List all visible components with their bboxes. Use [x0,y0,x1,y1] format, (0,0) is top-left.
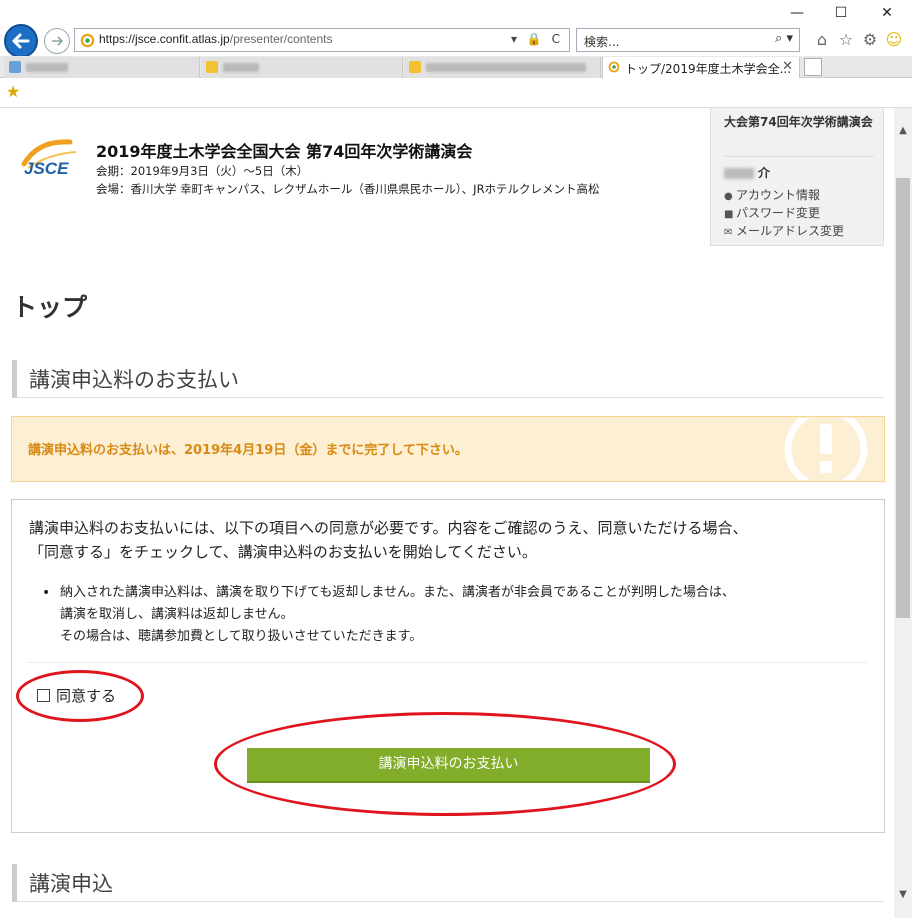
gear-icon[interactable]: ⚙ [860,30,880,50]
search-box[interactable]: 検索... ⌕ ▾ [576,28,800,52]
page-scrollbar[interactable]: ▲ ▼ [894,108,912,918]
home-icon[interactable]: ⌂ [812,30,832,50]
section-header-application: 講演申込 [12,864,884,902]
password-change-label: パスワード変更 [736,206,821,220]
maximize-button[interactable]: ☐ [826,3,856,23]
payment-consent-panel: 講演申込料のお支払いには、以下の項目への同意が必要です。内容をご確認のうえ、同意… [11,499,885,833]
section-title: 講演申込料のお支払い [29,368,239,392]
tab-blurred-2[interactable] [201,57,403,78]
conference-title: 2019年度土木学会全国大会 第74回年次学術講演会 [96,142,473,161]
logo-text: JSCE [24,159,69,178]
user-name: 介 [724,164,770,181]
user-name-text: 介 [758,166,771,180]
consent-intro-line: 「同意する」をチェックして、講演申込料のお支払いを開始してください。 [29,543,537,561]
forward-button[interactable] [44,28,70,54]
tab-label-blurred [26,63,68,72]
alert-text: 講演申込料のお支払いは、2019年4月19日（金）までに完了して下さい。 [28,443,468,458]
terms-line: 講演を取消し、講演料は返却しません。 [60,607,294,622]
url-text: https://jsce.confit.atlas.jp/presenter/c… [99,32,332,46]
agree-checkbox-label[interactable]: 同意する [37,685,116,706]
back-button[interactable] [4,24,38,58]
minimize-button[interactable]: — [782,3,812,23]
tab-blurred-1[interactable] [4,57,200,78]
agree-label-text: 同意する [56,687,117,705]
tab-label: トップ/2019年度土木学会全... [625,62,792,76]
pay-application-fee-button[interactable]: 講演申込料のお支払い [247,748,650,783]
tab-favicon-icon [409,61,421,73]
scroll-up-arrow-icon[interactable]: ▲ [894,122,912,140]
close-window-button[interactable]: ✕ [872,3,902,23]
tab-close-icon[interactable]: ✕ [782,59,793,74]
user-icon: ● [724,191,733,202]
consent-intro-line: 講演申込料のお支払いには、以下の項目への同意が必要です。内容をご確認のうえ、同意… [29,519,748,537]
terms-item: 納入された講演申込料は、講演を取り下げても返却しません。また、講演者が非会員であ… [38,582,735,648]
url-host: https://jsce.confit.atlas.jp [99,32,230,46]
new-tab-button[interactable] [804,58,822,76]
tab-blurred-3[interactable] [404,57,601,78]
tab-label-blurred [426,63,586,72]
search-placeholder: 検索... [584,35,620,49]
tab-label-blurred [223,63,259,72]
section-title: 講演申込 [29,872,113,896]
agree-checkbox[interactable] [37,689,50,702]
conference-venue: 会場：香川大学 幸町キャンパス、レクザムホール（香川県県民ホール）、JRホテルク… [96,182,600,196]
consent-intro: 講演申込料のお支払いには、以下の項目への同意が必要です。内容をご確認のうえ、同意… [29,516,748,564]
lock-icon: ■ [724,209,734,220]
user-panel-conference: 大会第74回年次学術講演会 [724,115,873,129]
tab-favicon-icon [206,61,218,73]
email-change-link[interactable]: ✉ メールアドレス変更 [724,222,844,239]
back-arrow-icon [12,33,30,49]
account-info-link[interactable]: ● アカウント情報 [724,186,820,203]
tab-bar: トップ/2019年度土木学会全... ✕ [0,56,912,78]
scroll-down-arrow-icon[interactable]: ▼ [894,886,912,904]
scroll-thumb[interactable] [896,178,910,618]
deadline-alert: 講演申込料のお支払いは、2019年4月19日（金）までに完了して下さい。 [11,416,885,482]
smiley-feedback-icon[interactable]: ☺ [884,30,904,50]
terms-list: 納入された講演申込料は、講演を取り下げても返却しません。また、講演者が非会員であ… [38,582,735,648]
email-change-label: メールアドレス変更 [736,224,845,238]
divider [28,662,868,663]
site-favicon-icon [608,61,620,73]
url-path: /presenter/contents [229,32,333,46]
tab-active-top[interactable]: トップ/2019年度土木学会全... ✕ [602,57,800,78]
search-icon[interactable]: ⌕ ▾ [775,31,793,46]
address-bar[interactable]: https://jsce.confit.atlas.jp/presenter/c… [74,28,570,52]
jsce-logo: JSCE [21,139,77,178]
favorites-bar: ★ [0,78,912,108]
add-favorite-icon[interactable]: ★ [6,82,20,101]
tab-favicon-icon [9,61,21,73]
address-tools[interactable]: ▾ 🔒 C [511,32,563,46]
forward-arrow-icon [52,36,64,46]
site-favicon-icon [80,33,95,48]
favorites-star-icon[interactable]: ☆ [836,30,856,50]
page-title: トップ [12,293,88,322]
account-info-label: アカウント情報 [736,188,821,202]
terms-line: 納入された講演申込料は、講演を取り下げても返却しません。また、講演者が非会員であ… [60,585,735,600]
browser-navbar: https://jsce.confit.atlas.jp/presenter/c… [0,22,912,58]
blurred-name [724,168,754,179]
password-change-link[interactable]: ■ パスワード変更 [724,204,820,221]
section-header-payment: 講演申込料のお支払い [12,360,884,398]
divider [724,156,874,157]
conference-period: 会期：2019年9月3日（火）～5日（木） [96,164,309,178]
page-content: JSCE 2019年度土木学会全国大会 第74回年次学術講演会 会期：2019年… [0,108,894,918]
terms-line: その場合は、聴講参加費として取り扱いさせていただきます。 [60,629,423,644]
exclamation-icon [784,418,868,480]
envelope-icon: ✉ [724,227,733,238]
user-panel: 大会第74回年次学術講演会 介 ● アカウント情報 ■ パスワード変更 ✉ メールアド… [710,108,884,246]
